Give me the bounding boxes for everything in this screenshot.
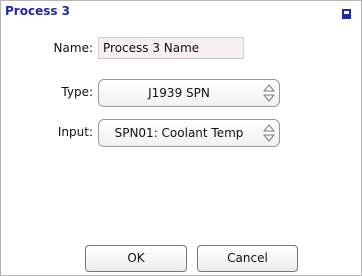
- up-down-arrows-icon: [262, 123, 276, 143]
- dialog-title: Process 3: [5, 4, 71, 18]
- type-select-value: J1939 SPN: [148, 86, 210, 100]
- name-field[interactable]: [98, 37, 244, 59]
- input-select[interactable]: SPN01: Coolant Temp: [98, 119, 280, 147]
- name-label: Name:: [53, 41, 93, 55]
- process-dialog: Process 3 Name: Type: J1939 SPN Input: S…: [0, 0, 362, 276]
- up-down-arrows-icon: [262, 83, 276, 103]
- window-icon[interactable]: [342, 4, 351, 19]
- type-label: Type:: [61, 85, 93, 99]
- cancel-button[interactable]: Cancel: [197, 245, 298, 272]
- type-select[interactable]: J1939 SPN: [98, 79, 280, 107]
- input-select-value: SPN01: Coolant Temp: [114, 126, 244, 140]
- input-label: Input:: [57, 125, 93, 139]
- ok-button[interactable]: OK: [85, 245, 187, 272]
